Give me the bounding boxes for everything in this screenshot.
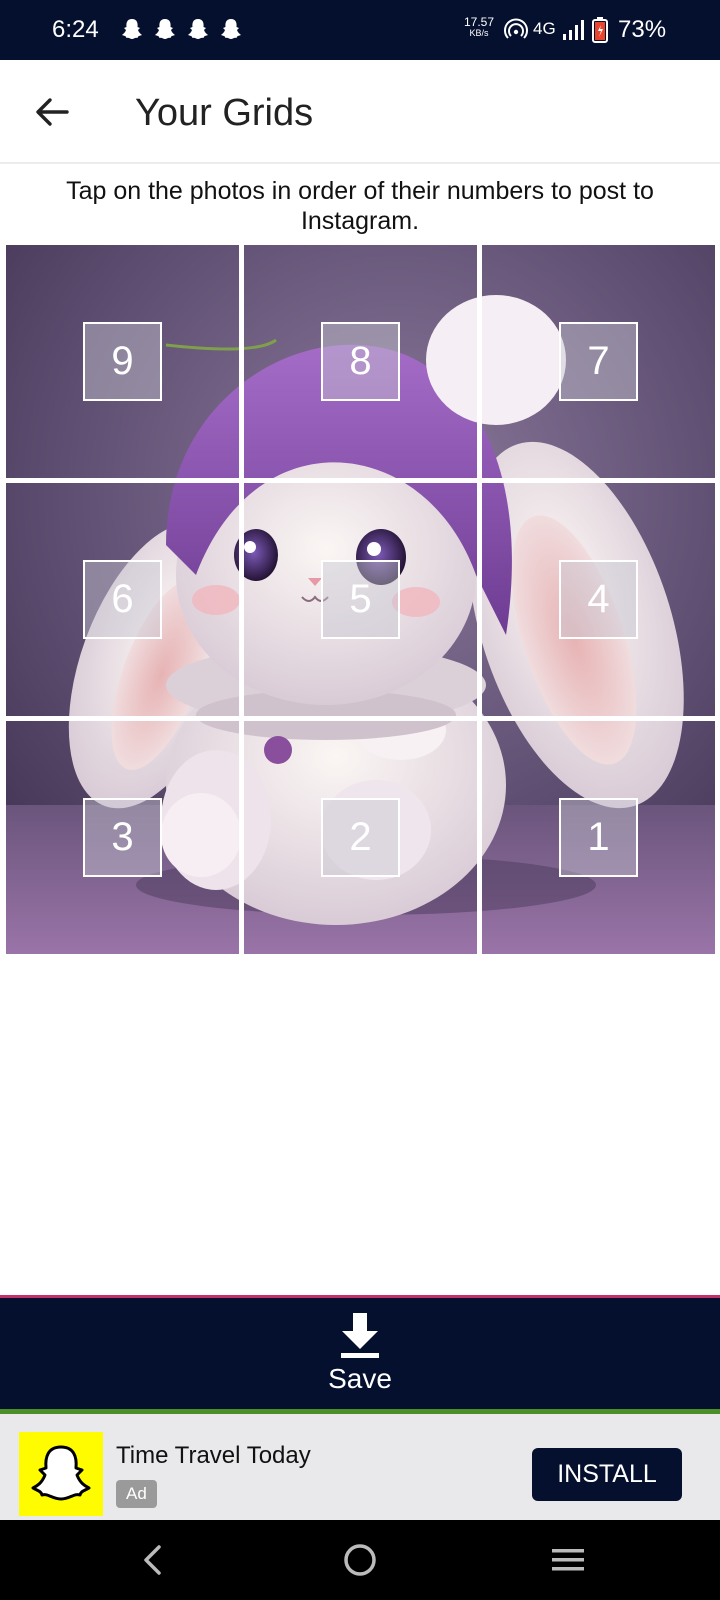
- battery-icon: [592, 17, 608, 43]
- hotspot-icon: [504, 18, 528, 39]
- recents-icon: [552, 1549, 584, 1571]
- nav-home-button[interactable]: [332, 1536, 388, 1584]
- grid-tile-5[interactable]: 5: [244, 483, 477, 716]
- back-button[interactable]: [28, 88, 76, 136]
- nav-back-button[interactable]: [125, 1536, 181, 1584]
- status-time: 6:24: [52, 16, 99, 43]
- network-speed: 17.57 KB/s: [461, 15, 497, 39]
- signal-icon: [563, 20, 584, 40]
- snapchat-icon: [122, 19, 142, 39]
- grid-tile-9[interactable]: 9: [6, 245, 239, 478]
- save-label: Save: [328, 1363, 392, 1394]
- tile-number-badge: 3: [83, 798, 162, 877]
- tile-number-badge: 6: [83, 560, 162, 639]
- photo-grid: 9 8 7 6 5 4 3 2 1: [6, 245, 715, 954]
- tile-number-badge: 7: [559, 322, 638, 401]
- tile-number-badge: 5: [321, 560, 400, 639]
- network-type: 4G: [533, 19, 556, 38]
- ad-badge: Ad: [116, 1480, 157, 1508]
- status-bar: 6:24 17.57 KB/s 4G 73%: [0, 0, 720, 60]
- grid-tile-3[interactable]: 3: [6, 721, 239, 954]
- snapchat-ghost-icon: [31, 1445, 91, 1501]
- tile-number-badge: 9: [83, 322, 162, 401]
- arrow-left-icon: [36, 98, 69, 126]
- ad-title: Time Travel Today: [116, 1442, 311, 1469]
- save-bar: Save: [0, 1295, 720, 1409]
- install-button[interactable]: INSTALL: [532, 1448, 682, 1501]
- tile-number-badge: 4: [559, 560, 638, 639]
- snapchat-icon: [155, 19, 175, 39]
- net-speed-value: 17.57: [463, 15, 495, 29]
- notification-icons: [121, 17, 242, 41]
- net-speed-unit: KB/s: [469, 28, 489, 38]
- grid-tile-8[interactable]: 8: [244, 245, 477, 478]
- tile-number-badge: 2: [321, 798, 400, 877]
- instruction-text: Tap on the photos in order of their numb…: [66, 177, 654, 235]
- snapchat-icon: [221, 19, 241, 39]
- download-icon: [341, 1313, 379, 1358]
- snapchat-icon: [188, 19, 208, 39]
- grid-tile-2[interactable]: 2: [244, 721, 477, 954]
- snapchat-ghost-logo: [19, 1432, 103, 1516]
- grid-tile-1[interactable]: 1: [482, 721, 715, 954]
- ad-banner[interactable]: Time Travel Today Ad INSTALL: [0, 1414, 720, 1520]
- grid-tile-7[interactable]: 7: [482, 245, 715, 478]
- tile-number-badge: 8: [321, 322, 400, 401]
- back-icon: [144, 1545, 161, 1575]
- save-button[interactable]: Save: [300, 1306, 420, 1406]
- nav-recents-button[interactable]: [540, 1536, 596, 1584]
- battery-percent: 73%: [618, 16, 667, 43]
- page-title: Your Grids: [135, 92, 314, 134]
- grid-tile-4[interactable]: 4: [482, 483, 715, 716]
- tile-number-badge: 1: [559, 798, 638, 877]
- home-icon: [344, 1544, 376, 1576]
- app-bar: Your Grids: [0, 60, 720, 164]
- grid-tile-6[interactable]: 6: [6, 483, 239, 716]
- system-nav-bar: [0, 1520, 720, 1600]
